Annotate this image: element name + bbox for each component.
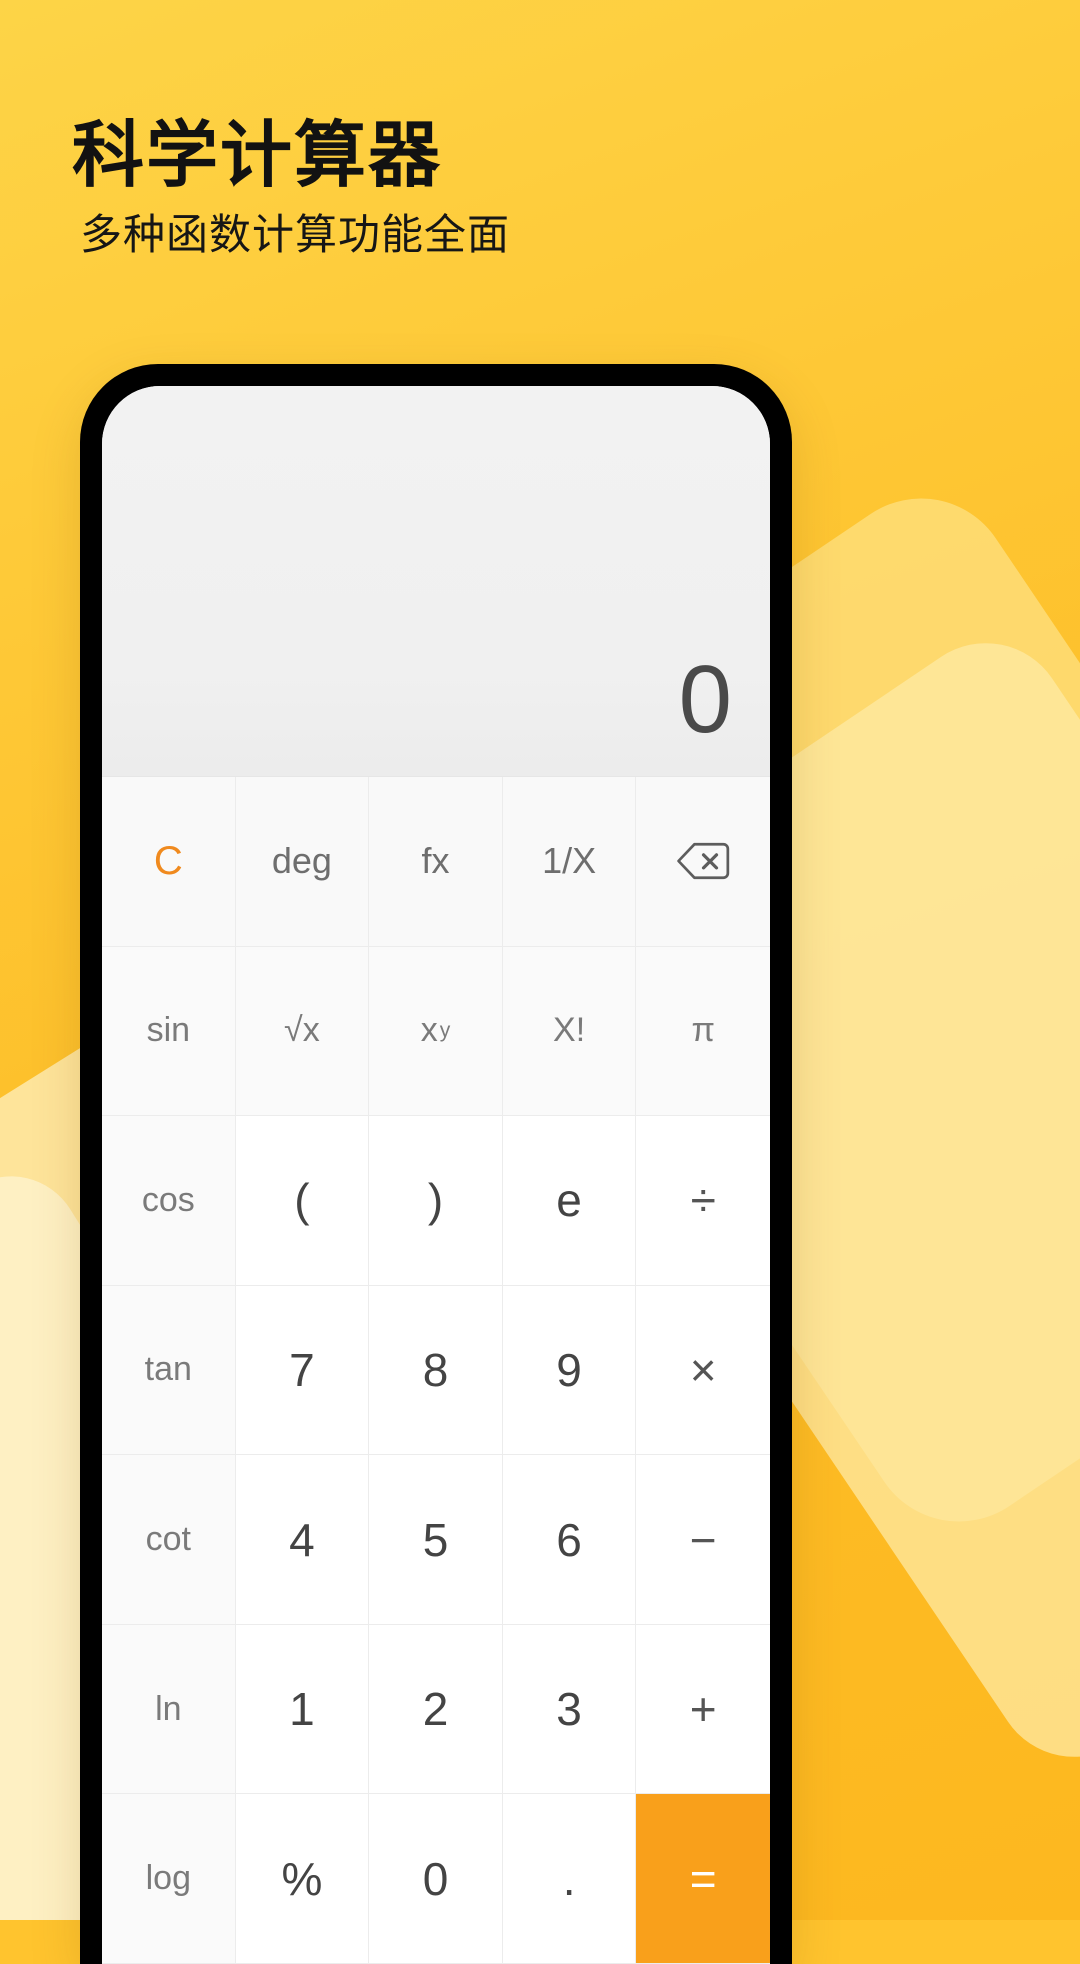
power-base: x xyxy=(420,1011,438,1050)
page-subtitle: 多种函数计算功能全面 xyxy=(80,210,511,258)
key-paren-close[interactable]: ) xyxy=(369,1116,503,1286)
backspace-icon xyxy=(677,843,730,880)
key-cos[interactable]: cos xyxy=(102,1116,236,1286)
key-0[interactable]: 0 xyxy=(369,1794,503,1964)
key-factorial[interactable]: X! xyxy=(502,946,637,1117)
key-divide[interactable]: ÷ xyxy=(636,1116,770,1286)
key-sin[interactable]: sin xyxy=(102,946,236,1117)
key-1[interactable]: 1 xyxy=(235,1624,370,1795)
key-paren-open[interactable]: ( xyxy=(235,1116,370,1286)
key-9[interactable]: 9 xyxy=(502,1285,637,1456)
key-ln[interactable]: ln xyxy=(102,1624,236,1795)
key-2[interactable]: 2 xyxy=(369,1624,503,1795)
key-log[interactable]: log xyxy=(102,1794,236,1964)
key-cot[interactable]: cot xyxy=(102,1455,236,1625)
key-equals[interactable]: = xyxy=(636,1794,770,1964)
phone-mockup-frame: 0 Cdeg fx 1/X sin √x x y X! π cos() e ÷ tan 7 8 9 × cot 4 5… xyxy=(80,364,792,1964)
page-title: 科学计算器 xyxy=(72,116,443,196)
calculator-display: 0 xyxy=(102,386,770,776)
phone-screen: 0 Cdeg fx 1/X sin √x x y X! π cos() e ÷ tan 7 8 9 × cot 4 5… xyxy=(102,386,770,1964)
sqrt-icon: √x xyxy=(284,1011,320,1050)
promo-headings: 科学计算器 多种函数计算功能全面 xyxy=(72,116,511,258)
key-tan[interactable]: tan xyxy=(102,1285,236,1456)
key-6[interactable]: 6 xyxy=(502,1455,637,1625)
key-8[interactable]: 8 xyxy=(369,1285,503,1456)
power-exponent: y xyxy=(439,1018,451,1042)
backspace-icon[interactable] xyxy=(636,777,770,947)
key-decimal[interactable]: . xyxy=(502,1794,637,1964)
key-pi[interactable]: π xyxy=(636,946,770,1117)
key-5[interactable]: 5 xyxy=(369,1455,503,1625)
key-fx[interactable]: fx xyxy=(369,777,503,947)
key-deg[interactable]: deg xyxy=(235,777,370,947)
key-percent[interactable]: % xyxy=(235,1794,370,1964)
key-power[interactable]: xy xyxy=(369,946,503,1117)
key-3[interactable]: 3 xyxy=(502,1624,637,1795)
key-multiply[interactable]: × xyxy=(636,1285,770,1456)
calculator-keypad[interactable]: Cdeg fx 1/X sin √x x y X! π cos() e ÷ tan 7 8 9 × cot 4 5 6−… xyxy=(102,776,770,1964)
key-e[interactable]: e xyxy=(502,1116,637,1286)
key-add[interactable]: + xyxy=(636,1624,770,1795)
key-subtract[interactable]: − xyxy=(636,1455,770,1625)
key-reciprocal[interactable]: 1/X xyxy=(502,777,637,947)
key-clear[interactable]: C xyxy=(102,777,236,947)
key-4[interactable]: 4 xyxy=(235,1455,370,1625)
key-sqrt[interactable]: √x xyxy=(235,946,370,1117)
display-value: 0 xyxy=(678,646,732,753)
key-7[interactable]: 7 xyxy=(235,1285,370,1456)
